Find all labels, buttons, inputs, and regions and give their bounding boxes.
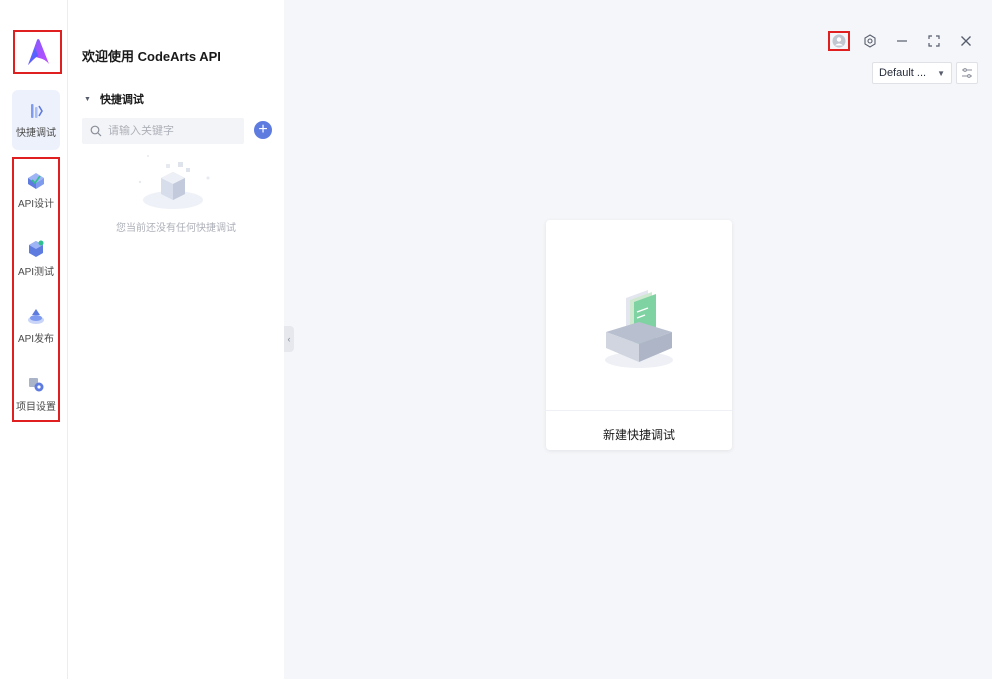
settings-button[interactable] — [858, 30, 882, 52]
new-quick-debug-card[interactable]: 新建快捷调试 — [546, 220, 732, 450]
rail-item-quick-debug[interactable]: 快捷调试 — [12, 90, 60, 150]
chevron-left-icon: ‹ — [287, 334, 291, 344]
user-icon — [832, 34, 846, 48]
rail-item-label: API设计 — [17, 198, 55, 210]
plus-icon: + — [258, 121, 268, 138]
search-input[interactable] — [108, 125, 238, 137]
empty-state-text: 您当前还没有任何快捷调试 — [116, 223, 236, 234]
nav-rail: 快捷调试 API设计 API测试 API发布 项目设置 — [0, 0, 68, 679]
rail-item-label: 项目设置 — [16, 401, 56, 413]
empty-state-illustration — [138, 155, 210, 209]
user-button[interactable] — [828, 31, 850, 51]
environment-row: Default ... ▼ — [872, 62, 978, 84]
close-icon — [961, 36, 971, 46]
section-title: 快捷调试 — [99, 94, 144, 106]
rail-item-api-publish[interactable]: API发布 — [12, 295, 60, 355]
card-divider — [546, 410, 732, 411]
rail-item-label: 快捷调试 — [16, 127, 56, 139]
environment-select[interactable]: Default ... ▼ — [872, 62, 952, 84]
main-content: Default ... ▼ ‹ 新建快捷调试 — [284, 0, 992, 679]
api-publish-icon — [28, 308, 44, 324]
maximize-icon — [928, 35, 940, 47]
welcome-title: 欢迎使用 CodeArts API — [82, 49, 221, 64]
close-button[interactable] — [954, 30, 978, 52]
project-settings-icon — [29, 377, 44, 391]
settings-icon — [864, 34, 876, 48]
quick-debug-panel: 欢迎使用 CodeArts API ▼ 快捷调试 + 您当前还没有任何快捷调试 — [68, 0, 284, 679]
search-box[interactable] — [82, 118, 244, 144]
new-debug-illustration — [605, 290, 673, 368]
panel-collapse-handle[interactable]: ‹ — [284, 326, 294, 352]
api-test-icon — [29, 240, 44, 257]
api-design-icon — [28, 172, 44, 189]
environment-value: Default ... — [879, 67, 927, 79]
minimize-icon — [897, 40, 907, 42]
sliders-icon — [962, 68, 972, 78]
rail-item-project-settings[interactable]: 项目设置 — [12, 363, 60, 423]
rail-item-label: API测试 — [17, 266, 55, 278]
search-icon — [90, 125, 102, 137]
minimize-button[interactable] — [890, 30, 914, 52]
quick-debug-icon — [31, 103, 43, 118]
codearts-logo-icon — [27, 39, 49, 65]
rail-item-api-design[interactable]: API设计 — [12, 160, 60, 220]
app-logo[interactable] — [13, 30, 62, 74]
rail-item-api-test[interactable]: API测试 — [12, 228, 60, 288]
tree-section-header[interactable]: ▼ 快捷调试 — [84, 91, 144, 107]
maximize-button[interactable] — [922, 30, 946, 52]
chevron-down-icon: ▼ — [937, 68, 945, 78]
new-quick-debug-label: 新建快捷调试 — [602, 428, 675, 442]
environment-settings-button[interactable] — [956, 62, 978, 84]
window-controls — [828, 30, 978, 52]
rail-item-label: API发布 — [17, 333, 55, 345]
caret-down-icon: ▼ — [84, 95, 91, 103]
add-button[interactable]: + — [254, 121, 272, 139]
